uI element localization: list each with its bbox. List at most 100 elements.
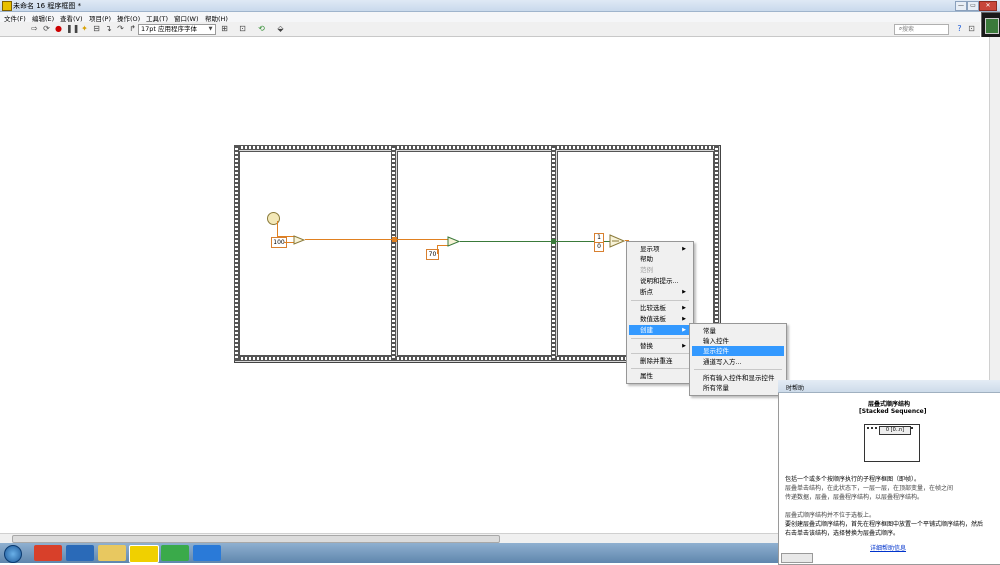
submenu-arrow-icon: ▶ (682, 343, 686, 349)
menu-item-label: 替换 (640, 342, 653, 350)
search-icon: ⌕ (898, 25, 903, 32)
menu-bar: 文件(F) 编辑(E) 查看(V) 项目(P) 操作(O) 工具(T) 窗口(W… (0, 12, 1000, 23)
menu-separator (631, 300, 689, 301)
create-submenu: 常量 输入控件 显示控件 通道写入方... 所有输入控件和显示控件 所有常量 (689, 323, 787, 396)
sequence-frame-2[interactable] (397, 151, 552, 356)
highlight-execution-icon[interactable]: ✦ (80, 25, 89, 33)
step-over-icon[interactable]: ↷ (116, 25, 125, 33)
menu-item-replace[interactable]: 替换 ▶ (629, 341, 689, 351)
submenu-item-channel-writer[interactable]: 通道写入方... (692, 357, 784, 367)
help-text-line-3: 传递数据，层叠，层叠程序结构，以层叠程序结构。 (785, 494, 924, 501)
frame-divider-2 (551, 145, 556, 361)
menu-item-comparison-palette[interactable]: 比较选板 ▶ (629, 303, 689, 313)
step-into-icon[interactable]: ↴ (104, 25, 113, 33)
menu-item-properties[interactable]: 属性 (629, 371, 689, 381)
submenu-arrow-icon: ▶ (682, 316, 686, 322)
help-heading: 层叠式顺序结构 (868, 401, 911, 408)
retain-wire-values-icon[interactable]: ⊟ (92, 25, 101, 33)
wire-to-tunnel (305, 239, 395, 240)
menu-separator (631, 353, 689, 354)
taskbar-explorer-icon[interactable] (98, 545, 126, 561)
menu-item-breakpoint[interactable]: 断点 ▶ (629, 287, 689, 297)
menu-item-label: 显示项 (640, 245, 660, 253)
multiply-node-icon[interactable] (293, 235, 305, 245)
maximize-button[interactable]: ▭ (967, 1, 979, 11)
menu-item-examples: 范例 (640, 266, 653, 274)
step-out-icon[interactable]: ↱ (128, 25, 137, 33)
submenu-arrow-icon: ▶ (682, 305, 686, 311)
menu-item-numeric-palette[interactable]: 数值选板 ▶ (629, 314, 689, 324)
submenu-arrow-icon: ▶ (682, 246, 686, 252)
context-menu: 显示项 ▶ 帮助 范例 说明和提示... 断点 ▶ 比较选板 ▶ 数值选板 ▶ 创建 ▶ … (626, 241, 694, 384)
menu-item-visible-items[interactable]: 显示项 ▶ (629, 244, 689, 254)
run-continuously-icon[interactable]: ⟳ (42, 25, 51, 33)
abort-icon[interactable]: ● (54, 25, 63, 33)
vi-icon-connector-pane[interactable] (981, 12, 1000, 38)
wire-boolean (460, 241, 553, 242)
font-select[interactable]: 17pt 应用程序字体 (138, 24, 216, 35)
submenu-arrow-icon: ▶ (682, 289, 686, 295)
title-bar: 未命名 16 程序框图 * — ▭ ✕ (0, 0, 1000, 12)
close-button[interactable]: ✕ (979, 1, 997, 11)
menu-item-description-tip[interactable]: 说明和提示... (629, 276, 689, 286)
reorder-icon[interactable]: ⟲ (257, 25, 266, 33)
greater-than-node-icon[interactable] (447, 236, 460, 247)
menu-item-help[interactable]: 帮助 (629, 254, 689, 264)
toolbar: ⇨ ⟳ ● ❚❚ ✦ ⊟ ↴ ↷ ↱ 17pt 应用程序字体 ▼ ⊞ ⊡ ⟲ ⬙… (0, 22, 980, 37)
numeric-constant-0[interactable]: 0 (594, 242, 604, 252)
submenu-arrow-icon: ▶ (682, 327, 686, 333)
menu-item-label: 创建 (640, 326, 653, 334)
labview-app-icon (2, 1, 12, 11)
context-help-title-bar: 时帮助 (778, 380, 1000, 393)
menu-item-label: 断点 (640, 288, 653, 296)
stacked-sequence-preview: 0 [0..n] (864, 424, 920, 462)
taskbar-sogou-icon[interactable] (34, 545, 62, 561)
minimize-button[interactable]: — (955, 1, 967, 11)
vi-icon (985, 18, 999, 34)
align-objects-icon[interactable]: ⊞ (220, 25, 229, 33)
wire-random-to-multiply (277, 221, 278, 237)
cleanup-diagram-icon[interactable]: ⬙ (276, 25, 285, 33)
detailed-help-link[interactable]: 详细帮助信息 (870, 543, 906, 552)
taskbar-photo-icon[interactable] (66, 545, 94, 561)
submenu-item-all-constants[interactable]: 所有常量 (692, 383, 784, 393)
frame-divider-1 (391, 145, 396, 361)
taskbar-360-browser-icon[interactable] (161, 545, 189, 561)
menu-separator (694, 369, 782, 370)
menu-item-create[interactable]: 创建 ▶ (629, 325, 689, 335)
help-question-icon[interactable]: ? (955, 25, 964, 33)
windows-taskbar (0, 543, 778, 563)
menu-separator (631, 338, 689, 339)
taskbar-labview-icon[interactable] (129, 545, 159, 563)
wire-70-v (437, 245, 438, 254)
help-text-line-4: 层叠式顺序结构并不位于选板上。 (785, 512, 876, 519)
pause-icon[interactable]: ❚❚ (66, 25, 79, 33)
select-node-icon[interactable] (609, 234, 625, 248)
submenu-item-control[interactable]: 输入控件 (692, 336, 784, 346)
submenu-item-constant[interactable]: 常量 (692, 326, 784, 336)
menu-item-label: 数值选板 (640, 315, 666, 323)
help-toolbar-buttons[interactable] (781, 553, 813, 563)
help-text-line-1: 包括一个或多个按顺序执行的子程序框图（即帧）。 (785, 476, 921, 483)
wire-tunnel-to-compare (397, 239, 448, 240)
menu-item-label: 比较选板 (640, 304, 666, 312)
submenu-item-all-controls-indicators[interactable]: 所有输入控件和显示控件 (692, 373, 784, 383)
context-help-icon[interactable]: ⊡ (967, 25, 976, 33)
sequence-frame-1[interactable] (239, 151, 392, 356)
help-text-line-5: 要创建层叠式顺序结构，首先在程序框图中放置一个平铺式顺序结构，然后 (785, 521, 984, 528)
sequence-film-top (234, 145, 719, 150)
distribute-objects-icon[interactable]: ⊡ (238, 25, 247, 33)
random-number-icon[interactable] (267, 212, 280, 225)
context-help-title: 时帮助 (786, 385, 805, 392)
submenu-item-indicator[interactable]: 显示控件 (692, 346, 784, 356)
help-subheading: [Stacked Sequence] (859, 408, 927, 415)
run-arrow-icon[interactable]: ⇨ (30, 25, 39, 33)
taskbar-wps-icon[interactable] (193, 545, 221, 561)
menu-item-remove-and-rewire[interactable]: 删除并重连 (629, 356, 689, 366)
chevron-down-icon: ▼ (208, 26, 213, 32)
start-button[interactable] (4, 545, 22, 563)
preview-selector-label: 0 [0..n] (879, 426, 911, 435)
help-text-line-6: 右击单击该结构，选择替换为层叠式顺序。 (785, 530, 900, 537)
help-text-line-2: 层叠单击结构，在此状态下，一层一层，在顶部变量，在帧之间 (785, 485, 954, 492)
horizontal-scroll-thumb[interactable] (12, 535, 500, 543)
